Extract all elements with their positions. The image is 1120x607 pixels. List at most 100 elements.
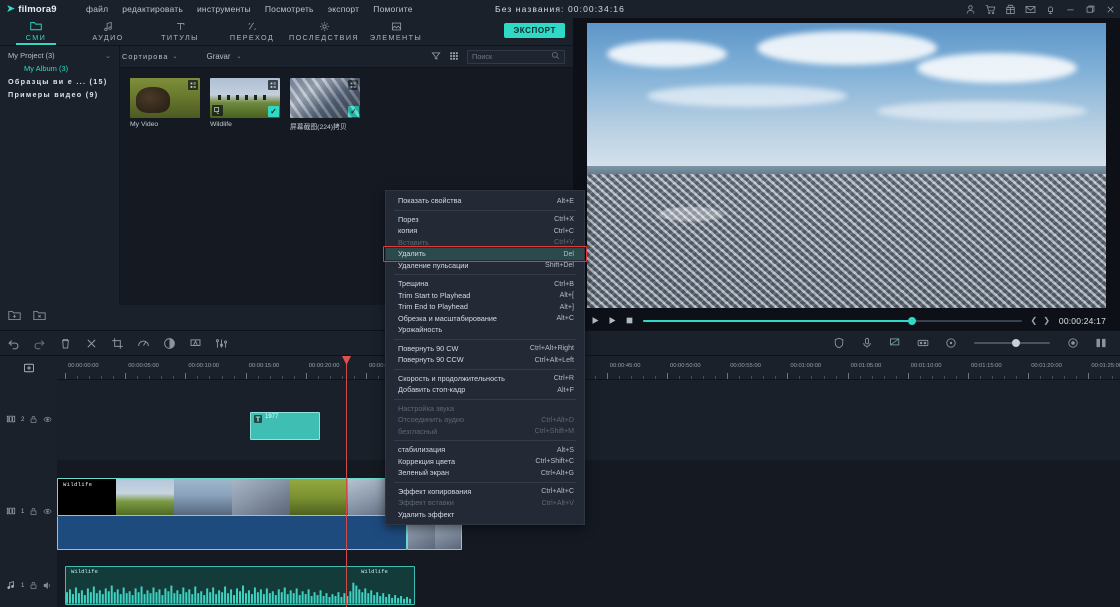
fit-timeline-icon[interactable] — [1088, 337, 1114, 349]
marker-icon[interactable] — [882, 337, 908, 349]
context-menu-item[interactable]: Показать свойстваAlt+E — [386, 195, 584, 207]
gift-icon[interactable] — [1005, 4, 1016, 15]
tab-titles[interactable]: Титулы — [144, 17, 216, 45]
redo-icon[interactable] — [26, 337, 52, 350]
keyframe-icon[interactable] — [910, 337, 936, 349]
lane-audio-1[interactable]: Wildlife Wildlife — [57, 564, 1120, 607]
undo-icon[interactable] — [0, 337, 26, 350]
track-header-audio-1[interactable]: 1 — [0, 564, 57, 607]
context-menu-item[interactable]: Эффект копированияCtrl+Alt+C — [386, 486, 584, 498]
play-prev-button[interactable] — [587, 316, 604, 325]
maximize-button[interactable] — [1085, 4, 1096, 15]
lock-icon[interactable] — [29, 411, 38, 429]
adjust-icon[interactable] — [208, 337, 234, 350]
sort-dropdown[interactable]: Сортирова ⌄ — [122, 52, 179, 61]
timeline-ruler[interactable]: 00:00:00:0000:00:05:0000:00:10:0000:00:1… — [57, 356, 1120, 380]
delete-icon[interactable] — [52, 337, 78, 350]
track-header-video-1[interactable]: 1 — [0, 460, 57, 564]
context-menu-item[interactable]: копияCtrl+C — [386, 225, 584, 237]
lane-video-2[interactable]: 1977 — [57, 380, 1120, 460]
preview-video[interactable] — [587, 23, 1106, 308]
media-options-icon[interactable] — [348, 80, 358, 90]
player-seek-handle[interactable] — [908, 317, 916, 325]
media-item[interactable]: filmora My Video — [130, 78, 200, 131]
menu-item-file[interactable]: файл — [86, 4, 108, 14]
menu-item-tools[interactable]: инструменты — [197, 4, 251, 14]
lock-icon[interactable] — [29, 503, 38, 521]
timeline-marker-button[interactable] — [0, 356, 57, 380]
menu-item-export[interactable]: экспорт — [328, 4, 360, 14]
account-icon[interactable] — [965, 4, 976, 15]
context-menu-item[interactable]: Скорость и продолжительностьCtrl+R — [386, 373, 584, 385]
zoom-in-icon[interactable] — [1060, 337, 1086, 349]
context-menu-item[interactable]: Зеленый экранCtrl+Alt+G — [386, 467, 584, 479]
context-menu-item[interactable]: Trim End to PlayheadAlt+] — [386, 301, 584, 313]
search-icon[interactable] — [551, 51, 560, 62]
media-preview-icon[interactable] — [212, 105, 223, 116]
tab-elements[interactable]: элементы — [360, 17, 432, 45]
speed-icon[interactable] — [130, 337, 156, 350]
media-thumbnail[interactable]: filmora — [130, 78, 200, 118]
cart-icon[interactable] — [985, 4, 996, 15]
shield-icon[interactable] — [826, 337, 852, 349]
menu-item-help[interactable]: Помогите — [373, 4, 412, 14]
speaker-icon[interactable] — [43, 577, 52, 595]
color-icon[interactable] — [156, 337, 182, 350]
notification-icon[interactable] — [1045, 4, 1056, 15]
track-header-video-2[interactable]: 2 — [0, 380, 57, 460]
sidebar-item-my-album[interactable]: My Album (3) — [0, 62, 119, 75]
stop-button[interactable] — [621, 316, 638, 325]
remove-folder-icon[interactable] — [33, 309, 46, 327]
audio-clip[interactable]: Wildlife Wildlife — [65, 566, 415, 605]
filter-funnel-icon[interactable] — [431, 48, 441, 66]
video-clip-audio-part[interactable] — [57, 516, 407, 550]
context-menu-item[interactable]: Урожайность — [386, 324, 584, 336]
split-icon[interactable] — [78, 337, 104, 350]
context-menu[interactable]: Показать свойстваAlt+E ПорезCtrl+XкопияCt… — [385, 190, 585, 525]
tab-audio[interactable]: аудио — [72, 17, 144, 45]
filter-dropdown[interactable]: Gravar ⌄ — [207, 52, 242, 61]
context-menu-item[interactable]: Удаление пульсацииShift+Del — [386, 260, 584, 272]
search-input[interactable]: Поиск — [467, 50, 565, 64]
mail-icon[interactable] — [1025, 4, 1036, 15]
playhead[interactable] — [346, 356, 347, 607]
green-screen-icon[interactable] — [182, 337, 208, 350]
timeline-zoom-handle[interactable] — [1012, 339, 1020, 347]
eye-icon[interactable] — [43, 411, 52, 429]
context-menu-item[interactable]: Trim Start to PlayheadAlt+[ — [386, 290, 584, 302]
media-item[interactable]: ✓ Wildlife — [210, 78, 280, 131]
player-seek-bar[interactable] — [643, 320, 1022, 322]
context-menu-item[interactable]: Коррекция цветаCtrl+Shift+C — [386, 456, 584, 468]
tab-transitions[interactable]: переход — [216, 17, 288, 45]
chevron-down-icon[interactable]: ⌄ — [105, 52, 111, 60]
eye-icon[interactable] — [43, 503, 52, 521]
context-menu-item[interactable]: Добавить стоп-кадрAlt+F — [386, 384, 584, 396]
sidebar-item-my-project[interactable]: My Project (3) ⌄ — [0, 49, 119, 62]
context-menu-item[interactable]: Удалить эффект — [386, 509, 584, 521]
context-menu-item[interactable]: Обрезка и масштабированиеAlt+C — [386, 313, 584, 325]
timeline-zoom-slider[interactable] — [974, 342, 1050, 344]
video-clip[interactable]: Wildlife — [57, 478, 407, 516]
play-button[interactable] — [604, 316, 621, 325]
menu-item-view[interactable]: Посмотреть — [265, 4, 314, 14]
minimize-button[interactable] — [1065, 4, 1076, 15]
add-folder-icon[interactable] — [8, 309, 21, 327]
context-menu-item[interactable]: ПорезCtrl+X — [386, 214, 584, 226]
crop-icon[interactable] — [104, 337, 130, 350]
export-button[interactable]: ЭКСПОРТ — [504, 23, 565, 38]
close-button[interactable] — [1105, 4, 1116, 15]
context-menu-item[interactable]: Повернуть 90 CCWCtrl+Alt+Left — [386, 354, 584, 366]
context-menu-item[interactable]: Повернуть 90 CWCtrl+Alt+Right — [386, 343, 584, 355]
media-thumbnail[interactable]: ✓ — [290, 78, 360, 118]
zoom-out-icon[interactable] — [938, 337, 964, 349]
media-options-icon[interactable] — [188, 80, 198, 90]
lock-icon[interactable] — [29, 577, 38, 595]
media-item[interactable]: ✓ 屏幕截图(224)拷贝 — [290, 78, 360, 131]
context-menu-item[interactable]: стабилизацияAlt+S — [386, 444, 584, 456]
voiceover-icon[interactable] — [854, 337, 880, 349]
title-clip[interactable]: 1977 — [250, 412, 320, 440]
grid-view-icon[interactable] — [449, 48, 459, 66]
sidebar-item-sample-videos[interactable]: Примеры видео (9) — [0, 88, 119, 101]
lane-video-1[interactable]: Wildlife — [57, 460, 1120, 564]
media-options-icon[interactable] — [268, 80, 278, 90]
